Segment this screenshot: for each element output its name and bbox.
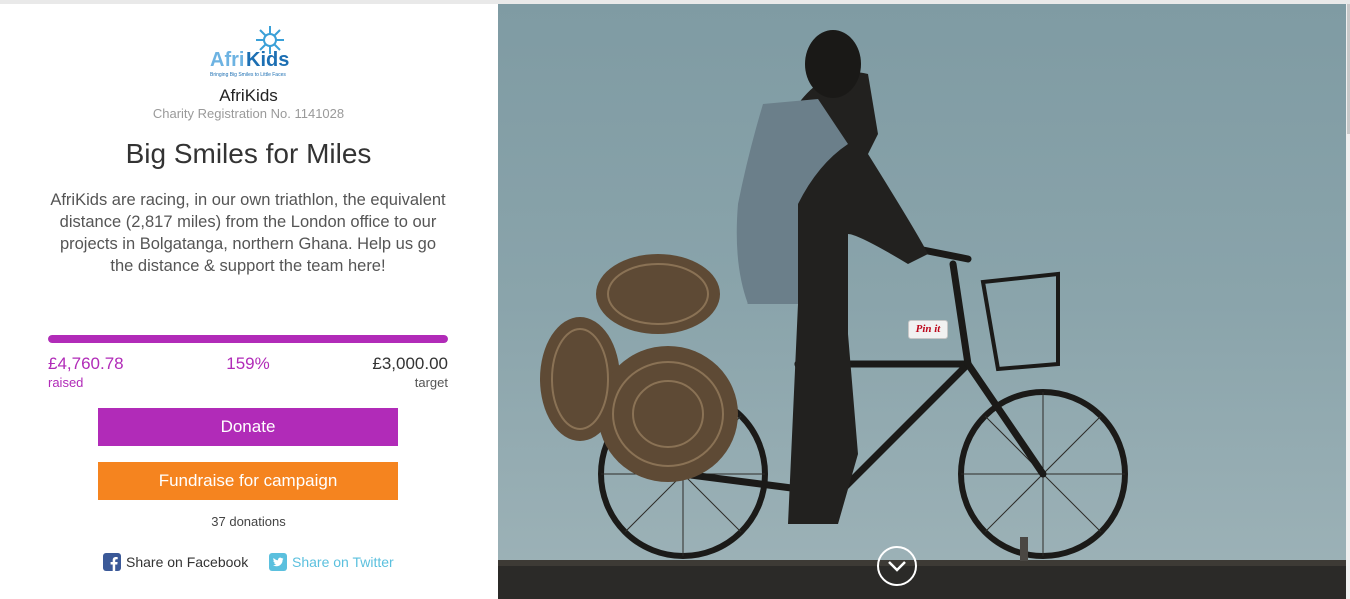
cyclist-silhouette [498,30,1346,599]
share-facebook-label: Share on Facebook [126,554,249,570]
svg-text:Bringing Big Smiles to Little: Bringing Big Smiles to Little Faces [210,72,286,78]
scroll-down-button[interactable] [877,546,917,586]
donations-count: 37 donations [211,514,286,529]
progress-percent: 159% [226,354,270,373]
target-amount: £3,000.00 [372,354,448,373]
sun-icon: Afri Kids Bringing Big Smiles to Little … [210,26,289,78]
fundraise-button[interactable]: Fundraise for campaign [98,462,398,500]
progress-bar-fill [48,335,448,343]
share-twitter-label: Share on Twitter [292,554,394,570]
twitter-icon [269,553,287,571]
target-label: target [414,375,448,390]
raised-label: raised [48,375,84,390]
chevron-down-icon [888,561,906,572]
raised-amount: £4,760.78 [48,354,124,373]
hero-image: Pin it [498,4,1346,599]
facebook-icon [103,553,121,571]
campaign-description: AfriKids are racing, in our own triathlo… [50,191,446,275]
svg-text:Afri: Afri [210,49,244,71]
afrikids-logo: Afri Kids Bringing Big Smiles to Little … [208,24,290,82]
pin-it-button[interactable]: Pin it [908,320,948,339]
campaign-panel: Afri Kids Bringing Big Smiles to Little … [0,4,497,599]
charity-name: AfriKids [219,86,278,105]
share-facebook-link[interactable]: Share on Facebook [103,553,248,571]
campaign-title: Big Smiles for Miles [125,138,372,169]
charity-registration: Charity Registration No. 1141028 [152,106,345,121]
progress-bar [48,335,448,343]
share-twitter-link[interactable]: Share on Twitter [269,553,394,571]
donate-button[interactable]: Donate [98,408,398,446]
svg-text:Kids: Kids [246,49,289,71]
